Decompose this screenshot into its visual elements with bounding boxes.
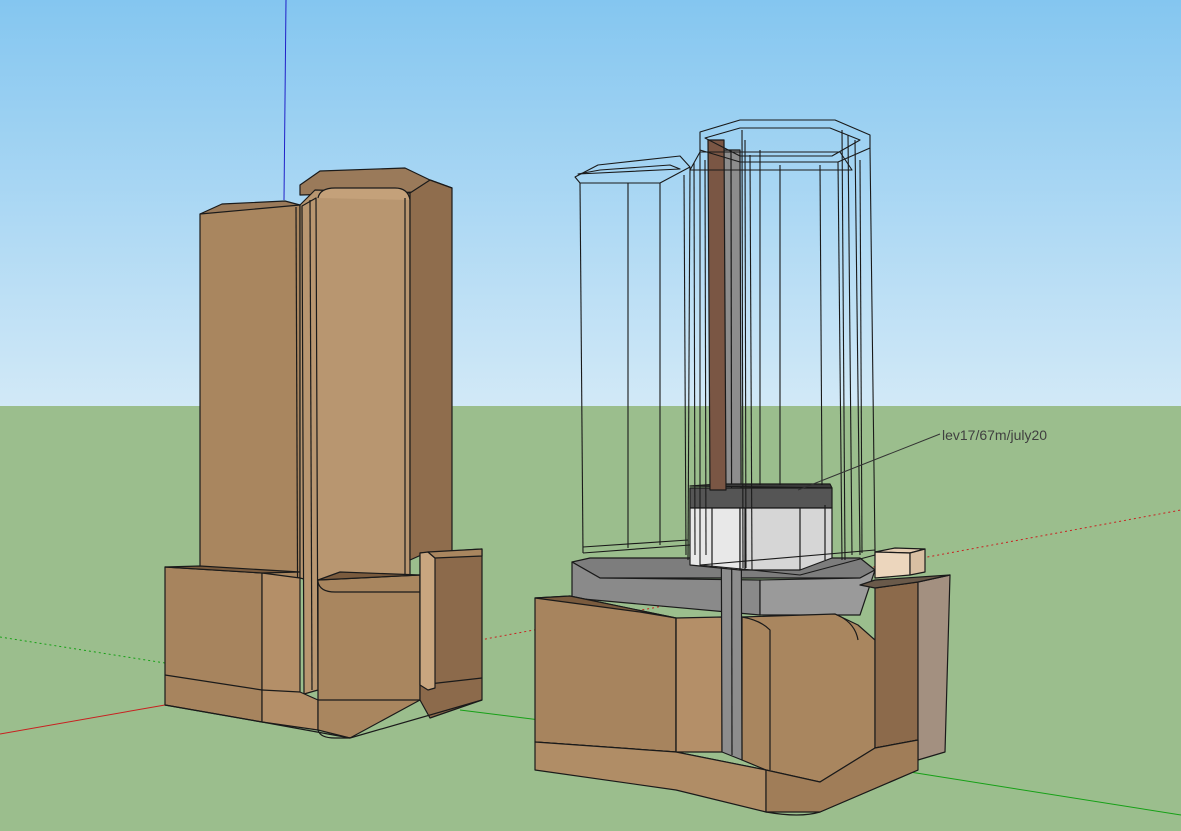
rooftop-box-side bbox=[909, 548, 926, 576]
annotation-label[interactable]: lev17/67m/july20 bbox=[942, 427, 1047, 443]
model-canvas[interactable]: lev17/67m/july20 bbox=[0, 0, 1181, 831]
sketchup-3d-viewport[interactable]: lev17/67m/july20 bbox=[0, 0, 1181, 831]
right-podium-east bbox=[874, 581, 919, 749]
rooftop-box-front bbox=[874, 551, 911, 579]
left-tower-west-face bbox=[199, 204, 301, 579]
right-podium-front-right bbox=[741, 613, 876, 783]
brown-core-column bbox=[707, 139, 727, 491]
right-podium-front bbox=[534, 595, 677, 753]
white-block-upper-band bbox=[689, 487, 833, 509]
white-block-front bbox=[689, 507, 741, 571]
left-tower-east-face bbox=[409, 179, 453, 561]
right-podium-mid bbox=[675, 616, 723, 753]
left-podium-pilaster bbox=[419, 551, 436, 691]
sky bbox=[0, 0, 1181, 407]
left-building[interactable] bbox=[164, 167, 483, 739]
right-podium-east-edge bbox=[917, 574, 951, 761]
left-podium-front bbox=[164, 566, 263, 723]
